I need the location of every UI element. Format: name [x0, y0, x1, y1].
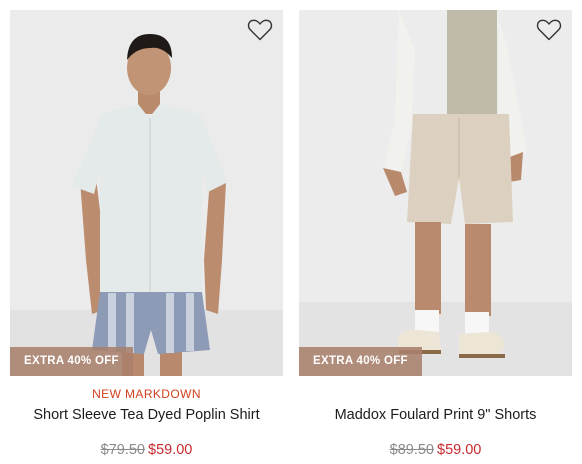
original-price: $89.50	[389, 442, 434, 458]
model-photo-shirt	[10, 10, 283, 376]
discount-badge: EXTRA 40% OFF	[10, 347, 133, 376]
sale-price: $59.00	[437, 442, 482, 458]
product-card[interactable]: EXTRA 40% OFF Maddox Foulard Print 9" Sh…	[299, 10, 572, 459]
product-name[interactable]: Maddox Foulard Print 9" Shorts	[299, 406, 572, 424]
product-info: Maddox Foulard Print 9" Shorts $89.50 $59…	[299, 386, 572, 459]
product-info: NEW MARKDOWN Short Sleeve Tea Dyed Popli…	[10, 386, 283, 459]
promo-label: NEW MARKDOWN	[92, 387, 201, 401]
product-image[interactable]: EXTRA 40% OFF	[10, 10, 283, 376]
sale-price: $59.00	[148, 442, 193, 458]
product-image[interactable]: EXTRA 40% OFF	[299, 10, 572, 376]
heart-outline-icon[interactable]	[247, 18, 273, 42]
discount-badge: EXTRA 40% OFF	[299, 347, 422, 376]
heart-outline-icon[interactable]	[536, 18, 562, 42]
product-card[interactable]: EXTRA 40% OFF NEW MARKDOWN Short Sleeve …	[10, 10, 283, 459]
price-row: $79.50 $59.00	[10, 441, 283, 459]
product-name[interactable]: Short Sleeve Tea Dyed Poplin Shirt	[10, 406, 283, 424]
price-row: $89.50 $59.00	[299, 441, 572, 459]
model-photo-shorts	[299, 10, 572, 376]
promo-label	[299, 386, 572, 402]
original-price: $79.50	[100, 442, 145, 458]
